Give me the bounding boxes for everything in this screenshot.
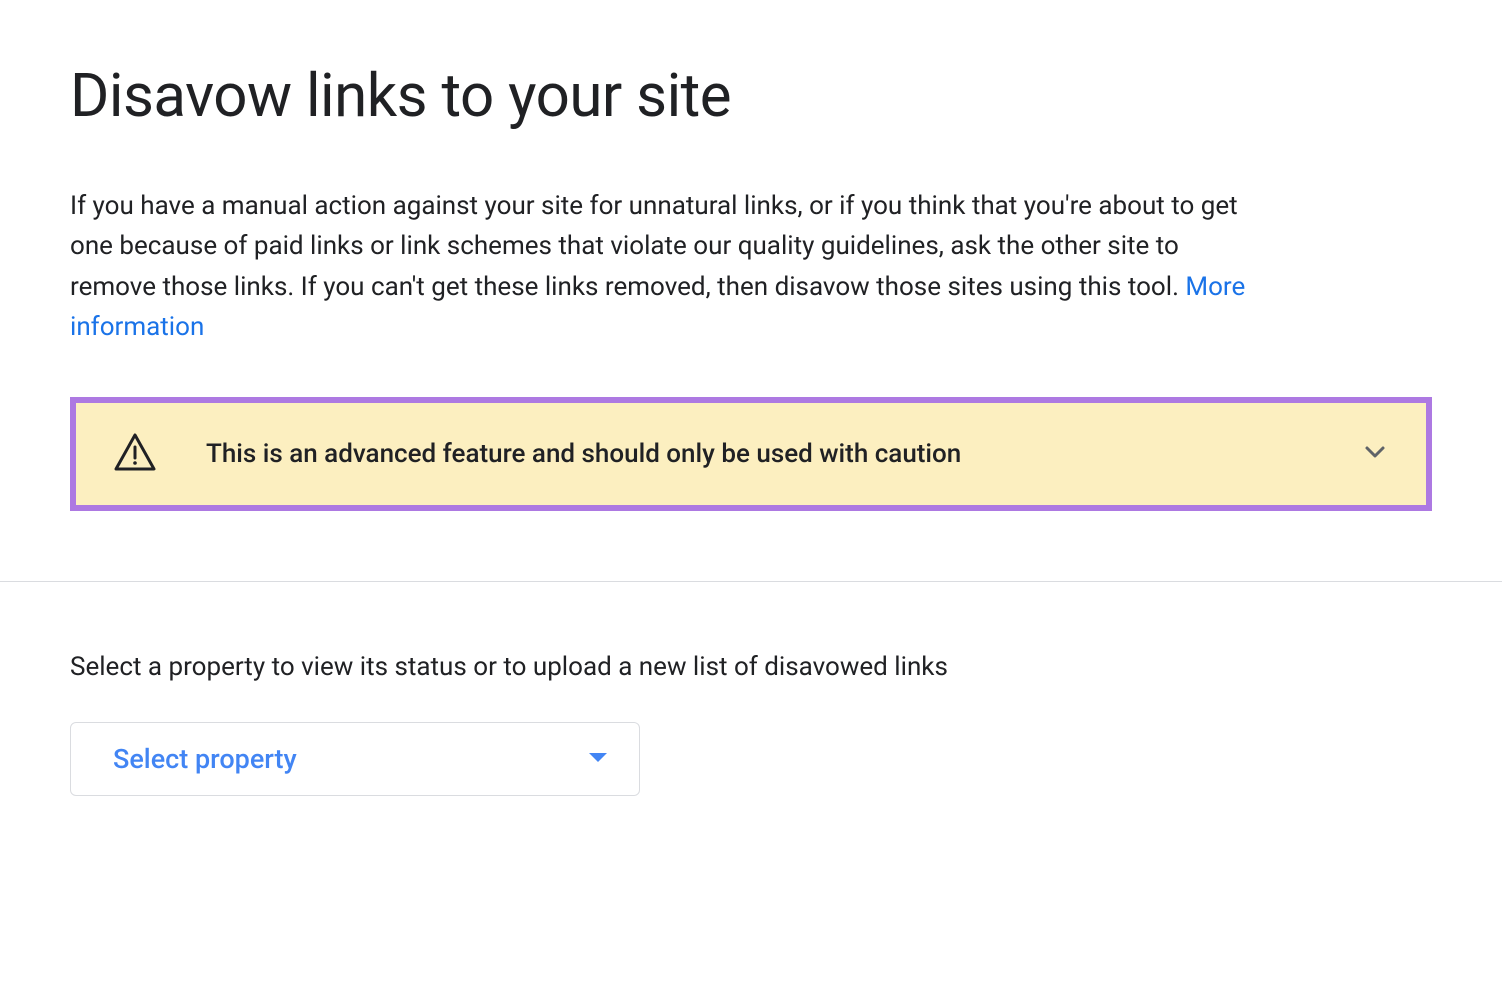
warning-text: This is an advanced feature and should o… [206, 439, 1342, 469]
page-description: If you have a manual action against your… [70, 186, 1270, 347]
property-select-dropdown[interactable]: Select property [70, 722, 640, 796]
select-property-label: Select a property to view its status or … [70, 652, 1432, 682]
page-title: Disavow links to your site [70, 60, 1432, 131]
warning-banner[interactable]: This is an advanced feature and should o… [70, 397, 1432, 511]
section-divider [0, 581, 1502, 582]
chevron-down-icon [1362, 439, 1388, 469]
property-select-placeholder: Select property [113, 743, 297, 775]
description-text: If you have a manual action against your… [70, 191, 1238, 302]
warning-triangle-icon [114, 433, 156, 475]
dropdown-arrow-icon [587, 750, 609, 769]
